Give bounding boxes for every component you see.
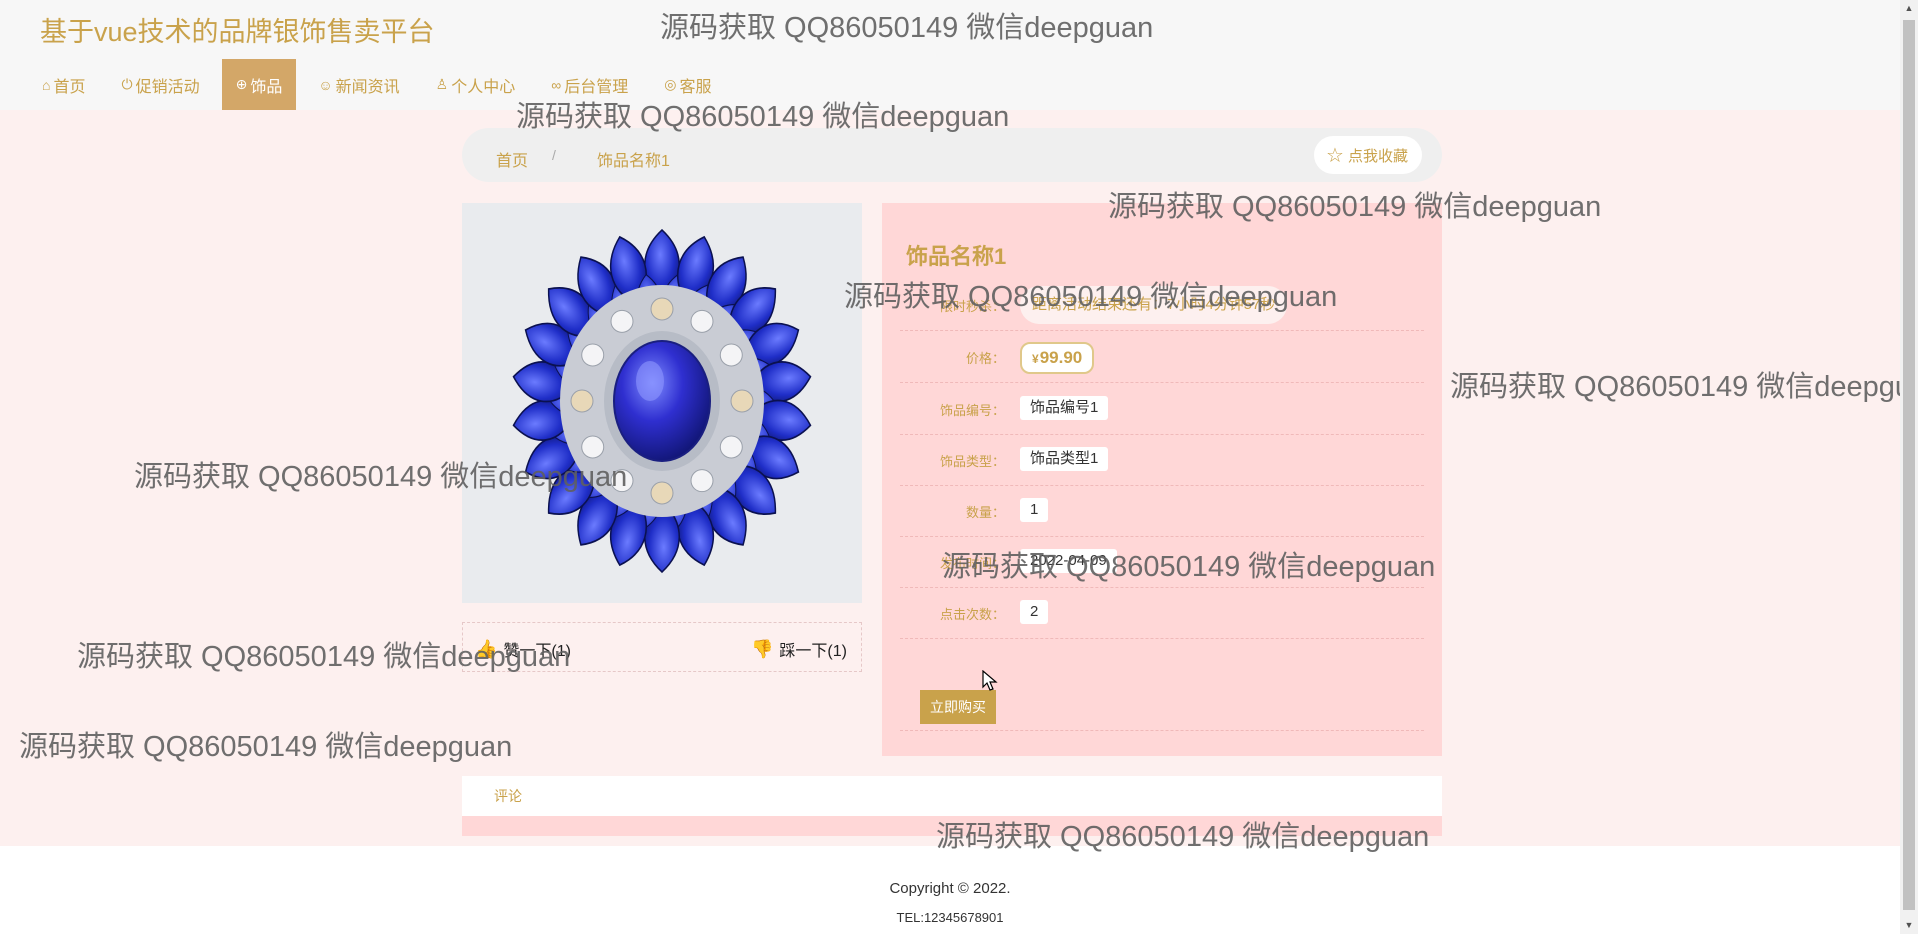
countdown-row: 限时秒杀： 距离活动结束还有：7小时4分钟57秒	[900, 279, 1424, 331]
product-name: 饰品名称1	[906, 244, 1007, 269]
nav-item-promotions[interactable]: ⏻ 促销活动	[107, 59, 213, 110]
star-icon: ☆	[1326, 144, 1344, 167]
product-image	[462, 203, 862, 603]
publish-time-label: 发布时间：	[939, 556, 1005, 571]
quantity-label: 数量：	[965, 505, 1005, 520]
globe-icon: ⊕	[235, 76, 248, 92]
nav-item-news[interactable]: ☺ 新闻资讯	[304, 59, 413, 110]
nav-item-label: 饰品	[250, 78, 283, 96]
nav-item-label: 客服	[679, 78, 712, 96]
nav-item-label: 后台管理	[564, 78, 629, 96]
clicks-label: 点击次数：	[939, 607, 1005, 622]
clicks-value: 2	[1020, 600, 1049, 624]
price-amount: 99.90	[1039, 348, 1083, 367]
nav-item-label: 首页	[53, 78, 86, 96]
code-value: 饰品编号1	[1020, 396, 1109, 420]
mouse-cursor-icon	[982, 670, 998, 691]
breadcrumb-current: 饰品名称1	[597, 153, 670, 170]
type-row: 饰品类型： 饰品类型1	[900, 434, 1424, 486]
user-icon: ♙	[435, 76, 449, 92]
code-row: 饰品编号： 饰品编号1	[900, 383, 1424, 435]
tab-comments[interactable]: 评论	[494, 786, 522, 806]
support-icon: ◎	[664, 76, 677, 92]
like-label: 赞一下(1)	[503, 643, 571, 660]
clicks-row: 点击次数： 2	[900, 587, 1424, 639]
nav-item-label: 个人中心	[451, 78, 516, 96]
nav-item-admin[interactable]: ∞ 后台管理	[537, 59, 642, 110]
nav-item-label: 新闻资讯	[335, 78, 400, 96]
countdown-label: 限时秒杀：	[939, 299, 1005, 314]
breadcrumb-home-link[interactable]: 首页	[496, 147, 528, 171]
product-info-panel: 饰品名称1 限时秒杀： 距离活动结束还有：7小时4分钟57秒 价格： ¥99.9…	[882, 203, 1442, 756]
price-value: ¥99.90	[1020, 342, 1095, 374]
nav-item-jewelry[interactable]: ⊕ 饰品	[221, 59, 297, 110]
quantity-input[interactable]: 1	[1020, 498, 1049, 522]
type-value: 饰品类型1	[1020, 447, 1109, 471]
brooch-image	[462, 203, 862, 603]
buy-now-button[interactable]: 立即购买	[920, 690, 996, 724]
currency-symbol: ¥	[1032, 352, 1039, 366]
nav-item-profile[interactable]: ♙ 个人中心	[422, 59, 530, 110]
vote-bar: 👍 赞一下(1) 👎 踩一下(1)	[462, 622, 862, 672]
header: 基于vue技术的品牌银饰售卖平台 ⌂ 首页 ⏻ 促销活动 ⊕ 饰品 ☺ 新闻资讯…	[0, 0, 1900, 110]
scrollbar-thumb[interactable]	[1903, 20, 1915, 910]
dislike-button[interactable]: 👎 踩一下(1)	[751, 637, 847, 661]
publish-time-row: 发布时间： 2022-04-09	[900, 536, 1424, 588]
comment-tabs: 评论	[462, 776, 1442, 816]
nav-item-label: 促销活动	[135, 78, 200, 96]
type-label: 饰品类型：	[939, 454, 1005, 469]
favorite-label: 点我收藏	[1347, 147, 1408, 165]
footer-copyright: Copyright © 2022.	[889, 880, 1011, 897]
thumbs-up-icon: 👍	[475, 638, 498, 659]
price-row: 价格： ¥99.90	[900, 331, 1424, 383]
smile-icon: ☺	[318, 76, 333, 93]
favorite-button[interactable]: ☆ 点我收藏	[1314, 136, 1422, 174]
footer-tel: TEL:12345678901	[896, 910, 1004, 925]
home-icon: ⌂	[42, 76, 51, 93]
comment-panel	[462, 816, 1442, 836]
like-button[interactable]: 👍 赞一下(1)	[475, 637, 571, 661]
nav-item-home[interactable]: ⌂ 首页	[28, 59, 99, 110]
scroll-down-arrow-icon[interactable]: ▼	[1900, 917, 1918, 934]
publish-time-value: 2022-04-09	[1020, 549, 1117, 573]
site-title: 基于vue技术的品牌银饰售卖平台	[40, 17, 435, 47]
dislike-label: 踩一下(1)	[779, 643, 847, 660]
nav-item-support[interactable]: ◎ 客服	[650, 59, 725, 110]
code-label: 饰品编号：	[939, 403, 1005, 418]
breadcrumb: 首页 / 饰品名称1 ☆ 点我收藏	[462, 128, 1442, 182]
vertical-scrollbar[interactable]: ▲ ▼	[1900, 0, 1918, 934]
countdown-value: 距离活动结束还有：7小时4分钟57秒	[1020, 286, 1288, 324]
scroll-up-arrow-icon[interactable]: ▲	[1900, 0, 1918, 17]
breadcrumb-separator: /	[552, 147, 556, 163]
price-label: 价格：	[965, 351, 1005, 366]
quantity-row: 数量： 1	[900, 485, 1424, 537]
thumbs-down-icon: 👎	[751, 638, 774, 659]
link-icon: ∞	[551, 76, 562, 93]
main-nav: ⌂ 首页 ⏻ 促销活动 ⊕ 饰品 ☺ 新闻资讯 ♙ 个人中心 ∞ 后台管理 ◎ …	[28, 59, 733, 110]
divider	[900, 730, 1424, 731]
power-icon: ⏻	[121, 76, 133, 92]
